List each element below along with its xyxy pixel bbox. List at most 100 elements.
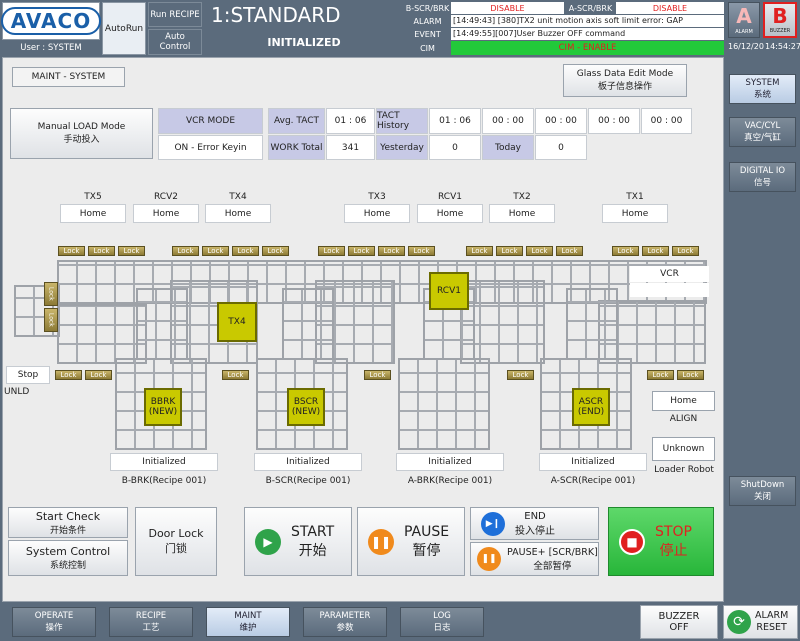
stage-label-bscr: B-SCR(Recipe 001) <box>265 476 351 486</box>
pause-label: PAUSE <box>404 523 450 540</box>
end-label-cn: 投入停止 <box>515 525 555 537</box>
loader-robot-state[interactable]: Unknown <box>652 437 715 461</box>
pause-plus-label: PAUSE+ [SCR/BRK] <box>507 546 598 558</box>
start-label-cn: 开始 <box>298 542 327 559</box>
stage-glass-ascr-sub: (END) <box>577 407 605 417</box>
lock-indicator: Lock <box>672 246 699 256</box>
stage-label-abrk: A-BRK(Recipe 001) <box>407 476 493 486</box>
alarm-reset-label-2: RESET <box>756 622 787 633</box>
work-total-value: 341 <box>326 135 375 160</box>
manual-load-label-cn: 手动投入 <box>63 135 100 145</box>
stop-button[interactable]: ■ STOP 停止 <box>608 507 714 576</box>
vcr-status: VCR <box>630 266 709 282</box>
stage-glass-bscr[interactable]: BSCR (NEW) <box>287 388 325 426</box>
nav-maint-label: MAINT <box>234 611 262 621</box>
side-digital-io-button[interactable]: DIGITAL IO 信号 <box>729 162 796 192</box>
start-check-button[interactable]: Start Check 开始条件 <box>8 507 128 538</box>
lock-indicator: Lock <box>677 370 704 380</box>
pause-button[interactable]: ❚❚ PAUSE 暂停 <box>357 507 465 576</box>
unit-state-tx5[interactable]: Home <box>60 204 126 223</box>
lock-indicator: Lock <box>348 246 375 256</box>
unit-state-tx4[interactable]: Home <box>205 204 271 223</box>
side-shutdown-button[interactable]: ShutDown 关闭 <box>729 476 796 506</box>
lock-indicator: Lock <box>647 370 674 380</box>
align-state[interactable]: Home <box>652 391 715 411</box>
autorun-indicator[interactable]: AutoRun <box>102 2 146 55</box>
carrier-tx4[interactable]: TX4 <box>217 302 257 342</box>
unit-label-rcv1: RCV1 <box>438 192 462 202</box>
side-vac-cyl-label: VAC/CYL <box>744 121 781 131</box>
unit-state-tx2[interactable]: Home <box>489 204 555 223</box>
stage-state-abrk: Initialized <box>396 453 504 471</box>
unit-label-tx4: TX4 <box>229 192 247 202</box>
unit-state-rcv2[interactable]: Home <box>133 204 199 223</box>
start-label: START <box>291 523 335 540</box>
lock-indicator: Lock <box>408 246 435 256</box>
vcr-blank <box>630 283 709 297</box>
side-vac-cyl-button[interactable]: VAC/CYL 真空/气缸 <box>729 117 796 147</box>
end-button[interactable]: ▶❙ END 投入停止 <box>470 507 599 540</box>
yesterday-value: 0 <box>429 135 481 160</box>
nav-maint[interactable]: MAINT 维护 <box>206 607 290 637</box>
system-control-button[interactable]: System Control 系统控制 <box>8 540 128 576</box>
alarm-label: ALARM <box>405 15 450 27</box>
lock-indicator: Lock <box>507 370 534 380</box>
unld-state[interactable]: Stop <box>6 366 50 384</box>
buzzer-off-button[interactable]: BUZZER OFF <box>640 605 718 639</box>
nav-log-label-cn: 日志 <box>433 623 451 633</box>
event-label: EVENT <box>405 28 450 40</box>
manual-load-button[interactable]: Manual LOAD Mode 手动投入 <box>10 108 153 159</box>
side-digital-io-label-cn: 信号 <box>753 178 771 188</box>
nav-recipe[interactable]: RECIPE 工艺 <box>109 607 193 637</box>
stage-column-4 <box>566 288 618 360</box>
unit-state-tx1[interactable]: Home <box>602 204 668 223</box>
stage-glass-ascr[interactable]: ASCR (END) <box>572 388 610 426</box>
side-system-button[interactable]: SYSTEM 系统 <box>729 74 796 104</box>
alarm-indicator[interactable]: A ALARM <box>728 2 760 38</box>
stage-glass-bscr-name: BSCR <box>293 397 319 407</box>
nav-log[interactable]: LOG 日志 <box>400 607 484 637</box>
buzzer-indicator-letter: B <box>772 4 788 28</box>
door-lock-button[interactable]: Door Lock 门锁 <box>135 507 217 576</box>
nav-parameter[interactable]: PARAMETER 参数 <box>303 607 387 637</box>
nav-parameter-label: PARAMETER <box>319 611 371 621</box>
start-button[interactable]: ▶ START 开始 <box>244 507 352 576</box>
nav-recipe-label-cn: 工艺 <box>142 623 160 633</box>
unit-state-rcv1[interactable]: Home <box>417 204 483 223</box>
unit-label-rcv2: RCV2 <box>154 192 178 202</box>
lock-indicator: Lock <box>172 246 199 256</box>
lock-indicator: Lock <box>262 246 289 256</box>
b-scr-brk-label: B-SCR/BRK <box>405 2 450 14</box>
alarm-indicator-letter: A <box>736 4 752 28</box>
carrier-rcv1[interactable]: RCV1 <box>429 272 469 310</box>
pause-plus-button[interactable]: ❚❚ PAUSE+ [SCR/BRK] 全部暂停 <box>470 542 599 576</box>
stage-state-bscr: Initialized <box>254 453 362 471</box>
lock-indicator: Lock <box>526 246 553 256</box>
maint-system-title: MAINT - SYSTEM <box>12 67 125 87</box>
nav-operate[interactable]: OPERATE 操作 <box>12 607 96 637</box>
lock-indicator: Lock <box>118 246 145 256</box>
alarm-reset-button[interactable]: ⟳ ALARM RESET <box>723 605 798 639</box>
stage-column-1 <box>136 288 188 360</box>
nav-parameter-label-cn: 参数 <box>336 623 354 633</box>
side-shutdown-label: ShutDown <box>740 480 785 490</box>
side-system-label: SYSTEM <box>745 78 780 88</box>
stage-label-ascr: A-SCR(Recipe 001) <box>550 476 636 486</box>
vcr-mode-value[interactable]: ON - Error Keyin <box>158 135 263 160</box>
alarm-message: [14:49:43] [380]TX2 unit motion axis sof… <box>451 15 724 27</box>
lock-indicator: Lock <box>466 246 493 256</box>
buzzer-indicator[interactable]: B BUZZER <box>763 2 797 38</box>
alarm-indicator-label: ALARM <box>735 29 753 35</box>
glass-data-edit-label: Glass Data Edit Mode <box>576 69 674 79</box>
stage-glass-bbrk[interactable]: BBRK (NEW) <box>144 388 182 426</box>
unit-state-tx3[interactable]: Home <box>344 204 410 223</box>
lock-indicator: Lock <box>496 246 523 256</box>
lock-indicator: Lock <box>642 246 669 256</box>
stage-glass-bbrk-name: BBRK <box>150 397 176 407</box>
pause-label-cn: 暂停 <box>412 542 441 559</box>
manual-load-label: Manual LOAD Mode <box>37 122 126 132</box>
lock-indicator: Lock <box>378 246 405 256</box>
glass-data-edit-button[interactable]: Glass Data Edit Mode 板子信息操作 <box>563 64 687 97</box>
system-control-label-cn: 系统控制 <box>49 561 86 571</box>
cim-label: CIM <box>405 41 450 55</box>
